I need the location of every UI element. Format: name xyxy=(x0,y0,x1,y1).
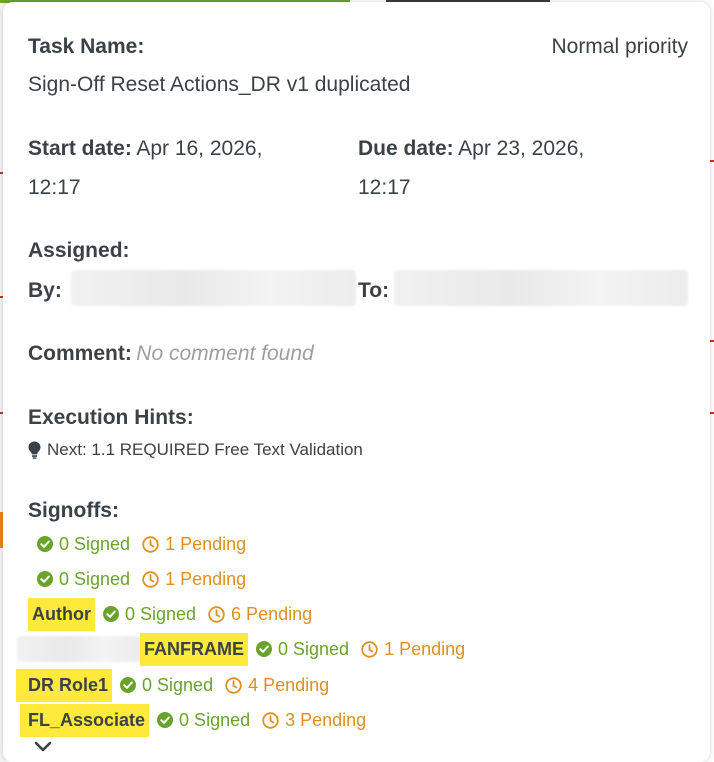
comment-label: Comment: xyxy=(28,342,132,365)
task-name-label: Task Name: xyxy=(28,35,145,58)
priority-text: Normal priority xyxy=(551,35,688,58)
start-date-label: Start date: xyxy=(28,137,132,160)
signoff-row: FL_Associate 0 Signed 3 Pending xyxy=(20,703,366,737)
signed-count-text: 0 Signed xyxy=(124,603,197,624)
due-date: Due date: Apr 23, 2026, xyxy=(358,137,584,161)
pending-count-text: 1 Pending xyxy=(384,638,466,659)
signoff-row: 0 Signed 1 Pending xyxy=(37,564,246,594)
pending-count-text: 4 Pending xyxy=(248,674,330,695)
task-details-popover: Task Name: Normal priority Sign-Off Rese… xyxy=(3,2,710,762)
assigned-to-label: To: xyxy=(358,279,390,302)
signoff-row: DR Role1 0 Signed 4 Pending xyxy=(16,668,329,702)
check-circle-icon xyxy=(37,536,53,552)
background-mark xyxy=(710,340,714,342)
signoff-row: Author 0 Signed 6 Pending xyxy=(28,597,312,631)
due-date-value: Apr 23, 2026, xyxy=(458,137,585,160)
comment-value: No comment found xyxy=(136,342,314,365)
start-date-value: Apr 16, 2026, xyxy=(136,137,263,160)
signed-count: 0 Signed xyxy=(256,639,349,660)
pending-count: 4 Pending xyxy=(225,675,329,696)
pending-count: 1 Pending xyxy=(142,569,246,590)
execution-hints-label: Execution Hints: xyxy=(28,406,194,429)
signed-count-text: 0 Signed xyxy=(59,533,131,554)
pending-count-text: 6 Pending xyxy=(231,603,313,624)
background-mark xyxy=(710,160,714,162)
assigned-label: Assigned: xyxy=(28,239,130,262)
assigned-to-redacted xyxy=(394,270,688,306)
pending-count: 1 Pending xyxy=(361,639,465,660)
signoffs-label: Signoffs: xyxy=(28,499,119,522)
clock-icon xyxy=(225,676,242,694)
signoff-role-tag: FANFRAME xyxy=(140,632,248,666)
due-time-value: 12:17 xyxy=(358,176,411,199)
check-circle-icon xyxy=(102,606,119,622)
pending-count: 6 Pending xyxy=(208,604,312,625)
signed-count: 0 Signed xyxy=(102,603,197,625)
start-date: Start date: Apr 16, 2026, xyxy=(28,137,262,161)
clock-icon xyxy=(142,570,159,588)
pending-count: 3 Pending xyxy=(262,710,366,731)
clock-icon xyxy=(262,711,279,729)
lightbulb-icon xyxy=(28,441,41,459)
clock-icon xyxy=(208,605,225,623)
signoff-role-tag: FL_Associate xyxy=(20,703,150,737)
signoff-role-redacted xyxy=(17,636,141,662)
background-mark xyxy=(710,412,714,414)
pending-count: 1 Pending xyxy=(142,534,246,555)
clock-icon xyxy=(361,640,378,658)
comment: Comment: No comment found xyxy=(28,342,314,366)
execution-hint: Next: 1.1 REQUIRED Free Text Validation xyxy=(28,440,363,460)
signoff-row: FANFRAME 0 Signed 1 Pending xyxy=(140,632,465,666)
pending-count-text: 3 Pending xyxy=(285,709,367,730)
task-name-value: Sign-Off Reset Actions_DR v1 duplicated xyxy=(28,73,411,96)
signed-count: 0 Signed xyxy=(120,675,213,696)
signed-count: 0 Signed xyxy=(37,569,130,590)
check-circle-icon xyxy=(37,571,53,587)
pending-count-text: 1 Pending xyxy=(165,568,247,589)
signed-count: 0 Signed xyxy=(157,710,250,731)
signoff-role-tag: Author xyxy=(28,597,95,631)
signoff-row: 0 Signed 1 Pending xyxy=(37,529,246,559)
assigned-by-redacted xyxy=(71,270,356,306)
signed-count-text: 0 Signed xyxy=(179,709,251,730)
check-circle-icon xyxy=(120,677,137,693)
check-circle-icon xyxy=(256,641,272,657)
check-circle-icon xyxy=(157,712,174,728)
chevron-down-icon[interactable] xyxy=(34,741,52,753)
due-date-label: Due date: xyxy=(358,137,454,160)
signed-count-text: 0 Signed xyxy=(59,568,131,589)
clock-icon xyxy=(142,535,159,553)
signed-count-text: 0 Signed xyxy=(142,674,214,695)
assigned-by-label: By: xyxy=(28,279,62,302)
start-time-value: 12:17 xyxy=(28,176,81,199)
signed-count-text: 0 Signed xyxy=(278,638,350,659)
execution-hint-text: Next: 1.1 REQUIRED Free Text Validation xyxy=(47,440,363,459)
signoff-role-tag: DR Role1 xyxy=(16,668,113,702)
pending-count-text: 1 Pending xyxy=(165,533,247,554)
signed-count: 0 Signed xyxy=(37,534,130,555)
